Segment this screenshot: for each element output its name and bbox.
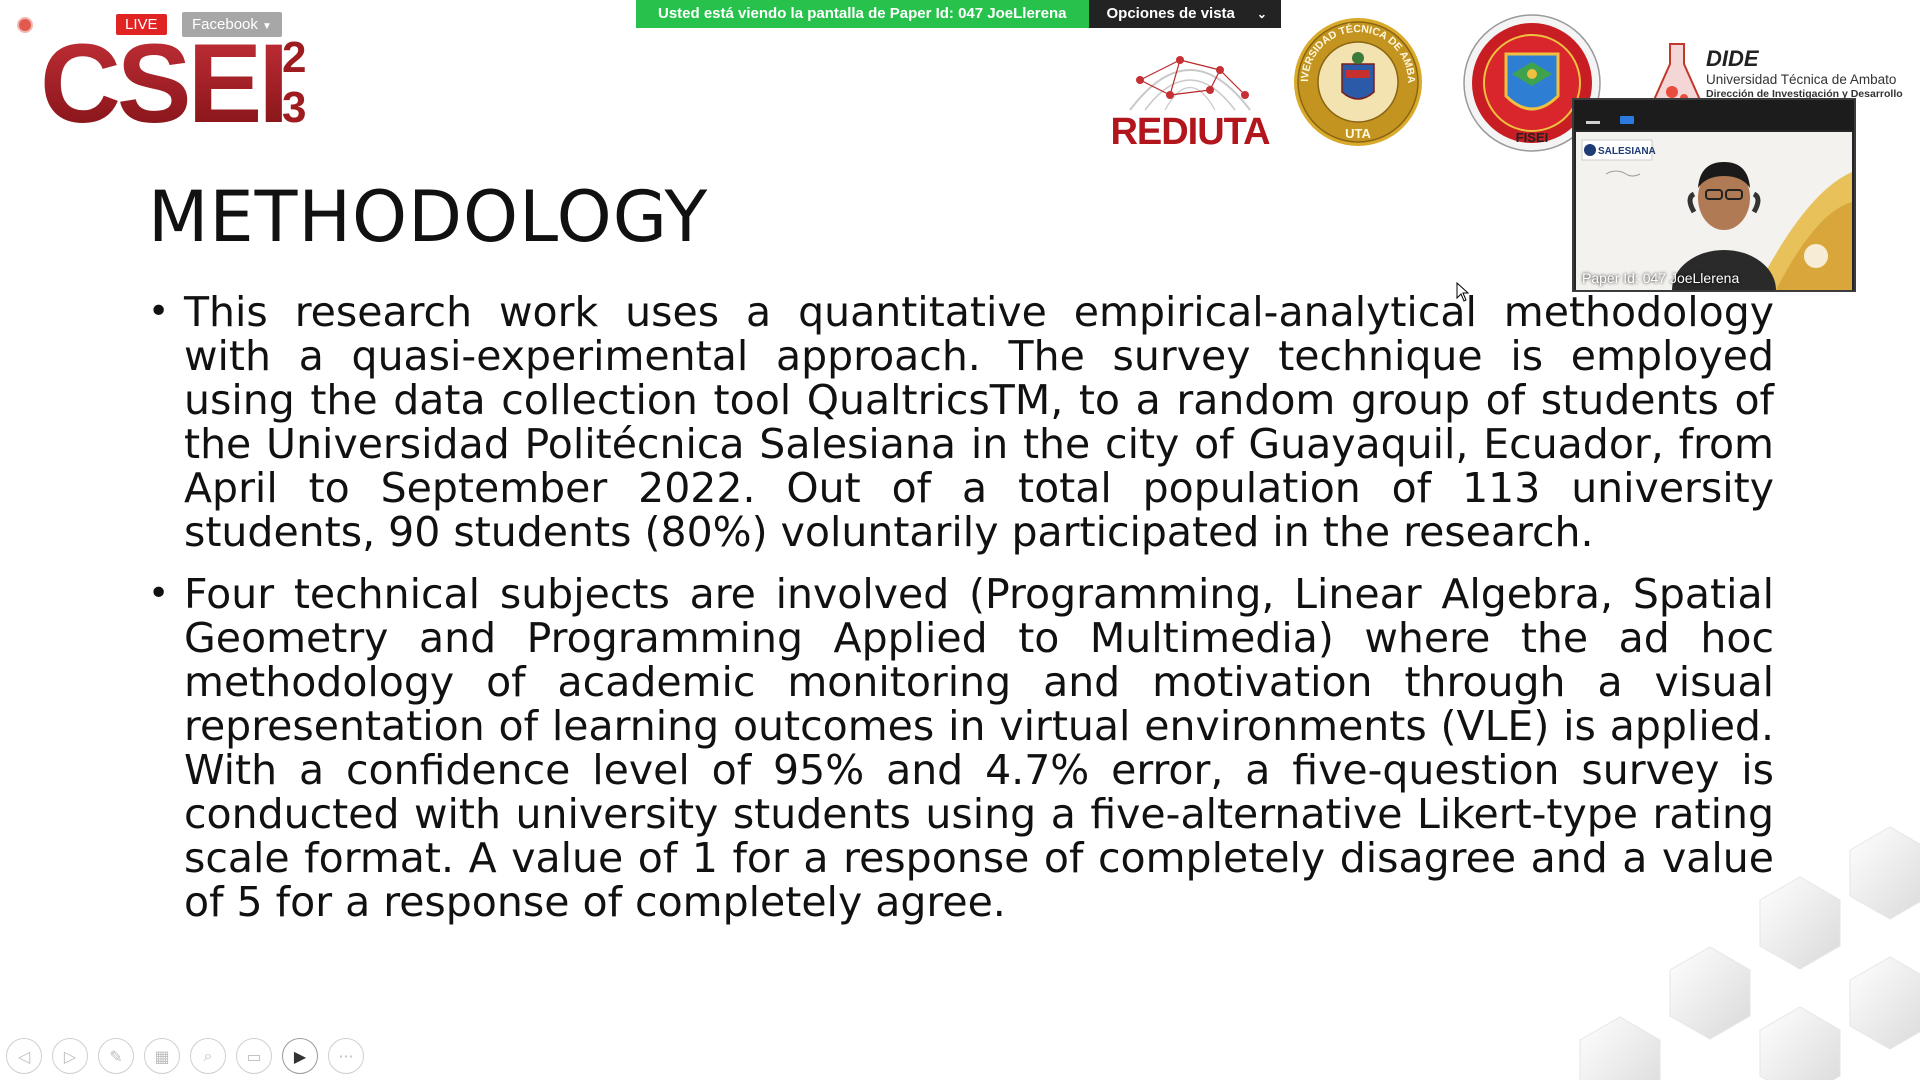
chevron-down-icon: ▼	[262, 21, 272, 32]
dide-subtitle: Universidad Técnica de Ambato	[1706, 72, 1897, 87]
view-options-label: Opciones de vista	[1106, 5, 1235, 22]
slide-title: METHODOLOGY	[148, 176, 709, 258]
facebook-stream-button[interactable]: Facebook ▼	[182, 12, 282, 37]
camera-button[interactable]: ▶	[282, 1038, 318, 1074]
share-status-text: Usted está viendo la pantalla de Paper I…	[636, 0, 1089, 28]
zoom-icon: ⌕	[203, 1046, 213, 1065]
screen-share-banner: Usted está viendo la pantalla de Paper I…	[636, 0, 1281, 28]
bullet-icon: •	[148, 291, 170, 332]
previous-slide-button[interactable]: ◁	[6, 1038, 42, 1074]
live-badge: LIVE	[116, 14, 167, 35]
csei-logo: CSEI 2 3	[40, 21, 306, 140]
pen-icon: ✎	[109, 1046, 123, 1066]
view-mode-icon[interactable]	[1620, 116, 1634, 124]
uta-seal-short: UTA	[1345, 126, 1371, 141]
presenter-video-feed: SALESIANA Paper Id: 047 JoeLlerena	[1576, 132, 1852, 290]
recording-indicator-icon	[17, 17, 33, 33]
video-window-toolbar	[1574, 100, 1854, 130]
csei-logo-superscript: 2	[282, 33, 306, 82]
grid-icon: ▦	[154, 1046, 170, 1066]
chevron-down-icon: ⌄	[1256, 7, 1267, 21]
hexagon-decoration	[1579, 826, 1920, 1080]
arrow-left-icon: ◁	[17, 1046, 31, 1066]
view-options-button[interactable]: Opciones de vista ⌄	[1088, 0, 1281, 28]
arrow-right-icon: ▷	[63, 1046, 77, 1066]
facebook-label: Facebook	[192, 16, 258, 33]
next-slide-button[interactable]: ▷	[52, 1038, 88, 1074]
bullet-icon: •	[148, 573, 170, 614]
dide-title: DIDE	[1706, 46, 1759, 71]
more-icon: ···	[338, 1046, 354, 1066]
uta-seal-logo: UNIVERSIDAD TÉCNICA DE AMBATO UTA	[1290, 14, 1422, 146]
bullet-text: This research work uses a quantitative e…	[184, 288, 1774, 556]
rediuta-logo-text: REDIUTA	[1110, 111, 1270, 152]
slides-overview-button[interactable]: ▦	[144, 1038, 180, 1074]
csei-logo-text: CSEI	[40, 21, 285, 140]
csei-logo-subscript: 3	[282, 83, 306, 132]
video-slide-logo-text: SALESIANA	[1598, 146, 1656, 157]
slide-controls-toolbar: ◁ ▷ ✎ ▦ ⌕ ▭ ▶ ···	[6, 1038, 364, 1074]
camera-icon: ▶	[293, 1046, 307, 1066]
presenter-video-window[interactable]: SALESIANA Paper Id: 047 JoeLlerena	[1572, 98, 1856, 292]
participant-name-label: Paper Id: 047 JoeLlerena	[1582, 270, 1740, 286]
presenter-video-image: SALESIANA	[1576, 132, 1852, 290]
slide-bullet-1: • This research work uses a quantitative…	[148, 290, 1774, 554]
fisei-seal-text: FISEI	[1516, 130, 1549, 145]
subtitles-button[interactable]: ▭	[236, 1038, 272, 1074]
pen-button[interactable]: ✎	[98, 1038, 134, 1074]
zoom-button[interactable]: ⌕	[190, 1038, 226, 1074]
minimize-icon[interactable]	[1586, 121, 1600, 124]
rediuta-logo: REDIUTA	[1110, 56, 1270, 152]
subtitles-icon: ▭	[246, 1046, 262, 1066]
more-options-button[interactable]: ···	[328, 1038, 364, 1074]
